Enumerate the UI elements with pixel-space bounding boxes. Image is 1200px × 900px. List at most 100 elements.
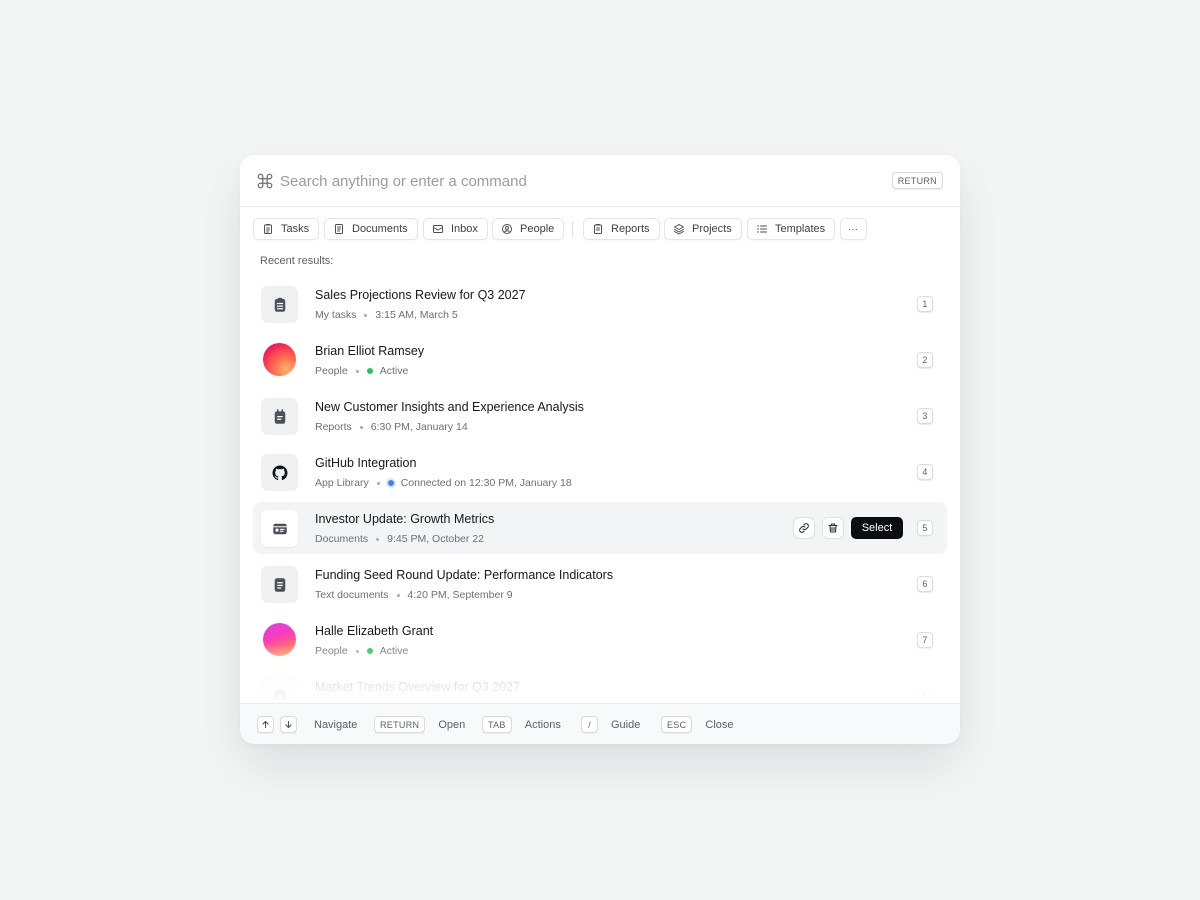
hint-guide: / Guide (581, 716, 640, 733)
results-list: Sales Projections Review for Q3 2027 My … (253, 278, 947, 704)
separator-dot (355, 649, 359, 653)
result-item[interactable]: Market Trends Overview for Q3 2027 8 (253, 670, 947, 704)
inbox-icon (433, 225, 443, 233)
select-button[interactable]: Select (851, 516, 903, 539)
result-meta: Text documents 4:20 PM, September 9 (315, 589, 513, 601)
filter-chips: Tasks Documents Inbox People Reports Pro… (253, 218, 953, 240)
result-item-selected[interactable]: Investor Update: Growth Metrics Document… (253, 502, 947, 554)
report-icon (594, 224, 602, 234)
result-category: People (315, 365, 348, 377)
slash-key: / (581, 716, 598, 733)
result-item[interactable]: Sales Projections Review for Q3 2027 My … (253, 278, 947, 330)
result-category: People (315, 645, 348, 657)
separator-dot (364, 313, 368, 317)
search-input[interactable] (280, 169, 880, 193)
result-title: GitHub Integration (315, 456, 417, 470)
text-document-icon (274, 577, 285, 592)
result-category: Reports (315, 421, 352, 433)
result-meta: People Active (315, 365, 408, 377)
result-title: Brian Elliot Ramsey (315, 344, 425, 358)
shortcut-number: 8 (917, 688, 933, 704)
filter-label: Templates (775, 223, 826, 235)
keyboard-hints-footer: Navigate RETURN Open TAB Actions / Guide… (240, 703, 960, 744)
result-title: Market Trends Overview for Q3 2027 (315, 680, 520, 694)
document-icon (274, 689, 285, 704)
separator-dot (355, 369, 359, 373)
result-detail: 4:20 PM, September 9 (407, 589, 513, 601)
filter-tasks[interactable]: Tasks (253, 218, 320, 240)
result-icon (261, 566, 298, 603)
result-detail: Active (379, 645, 409, 657)
arrow-down-icon (285, 720, 292, 729)
trash-icon (828, 522, 838, 533)
hint-actions: TAB Actions (482, 716, 561, 733)
result-detail: 3:15 AM, March 5 (375, 309, 458, 321)
return-key: RETURN (374, 716, 426, 733)
recent-results-label: Recent results: (260, 255, 334, 267)
arrow-up-icon (262, 720, 269, 729)
result-icon (261, 510, 298, 547)
filter-reports[interactable]: Reports (583, 218, 660, 240)
result-detail: 9:45 PM, October 22 (387, 533, 484, 545)
delete-button[interactable] (822, 516, 844, 539)
result-item[interactable]: New Customer Insights and Experience Ana… (253, 390, 947, 442)
search-bar: RETURN (240, 155, 960, 207)
filter-label: People (520, 223, 555, 235)
avatar (263, 343, 296, 376)
result-icon (261, 398, 298, 435)
filter-label: Reports (611, 223, 650, 235)
shortcut-number: 5 (917, 520, 933, 536)
link-icon (799, 522, 809, 533)
result-title: New Customer Insights and Experience Ana… (315, 400, 584, 414)
tab-key: TAB (482, 716, 512, 733)
filter-label: Documents (352, 223, 408, 235)
filter-projects[interactable]: Projects (664, 218, 742, 240)
separator-dot (376, 481, 380, 485)
arrow-up-key (257, 716, 274, 733)
filter-people[interactable]: People (492, 218, 565, 240)
result-meta: App Library Connected on 12:30 PM, Janua… (315, 477, 572, 489)
separator-dot (376, 537, 380, 541)
result-icon (261, 454, 298, 491)
hint-label: Actions (524, 718, 561, 731)
command-icon (257, 173, 273, 189)
result-title: Funding Seed Round Update: Performance I… (315, 568, 614, 582)
command-palette: RETURN Tasks Documents Inbox People Repo… (240, 155, 960, 744)
result-item[interactable]: Halle Elizabeth Grant People Active 7 (253, 614, 947, 666)
result-title: Investor Update: Growth Metrics (315, 512, 495, 526)
shortcut-number: 4 (917, 464, 933, 480)
result-meta: My tasks 3:15 AM, March 5 (315, 309, 458, 321)
filter-inbox[interactable]: Inbox (423, 218, 488, 240)
shortcut-number: 2 (917, 352, 933, 368)
filter-more[interactable]: ··· (840, 218, 867, 240)
document-icon (335, 224, 343, 234)
calendar-report-icon (274, 408, 285, 424)
filter-documents[interactable]: Documents (324, 218, 418, 240)
result-title: Halle Elizabeth Grant (315, 624, 434, 638)
id-card-icon (272, 523, 287, 534)
result-category: My tasks (315, 309, 357, 321)
result-meta: Documents 9:45 PM, October 22 (315, 533, 484, 545)
result-item[interactable]: Brian Elliot Ramsey People Active 2 (253, 334, 947, 386)
shortcut-number: 7 (917, 632, 933, 648)
result-category: Documents (315, 533, 369, 545)
result-meta: Reports 6:30 PM, January 14 (315, 421, 468, 433)
hint-navigate: Navigate (257, 716, 357, 733)
more-icon: ··· (848, 224, 859, 234)
return-key-badge: RETURN (891, 172, 943, 189)
status-indicator (366, 648, 373, 654)
result-item[interactable]: GitHub Integration App Library Connected… (253, 446, 947, 498)
result-item[interactable]: Funding Seed Round Update: Performance I… (253, 558, 947, 610)
row-actions: Select (793, 516, 903, 539)
status-indicator (366, 368, 373, 374)
arrow-down-key (280, 716, 297, 733)
separator-dot (359, 425, 363, 429)
filter-templates[interactable]: Templates (747, 218, 836, 240)
result-detail: 6:30 PM, January 14 (370, 421, 468, 433)
filter-label: Projects (692, 223, 732, 235)
result-icon (261, 286, 298, 323)
result-category: App Library (315, 477, 369, 489)
copy-link-button[interactable] (793, 516, 815, 539)
shortcut-number: 3 (917, 408, 933, 424)
clipboard-icon (264, 224, 272, 234)
